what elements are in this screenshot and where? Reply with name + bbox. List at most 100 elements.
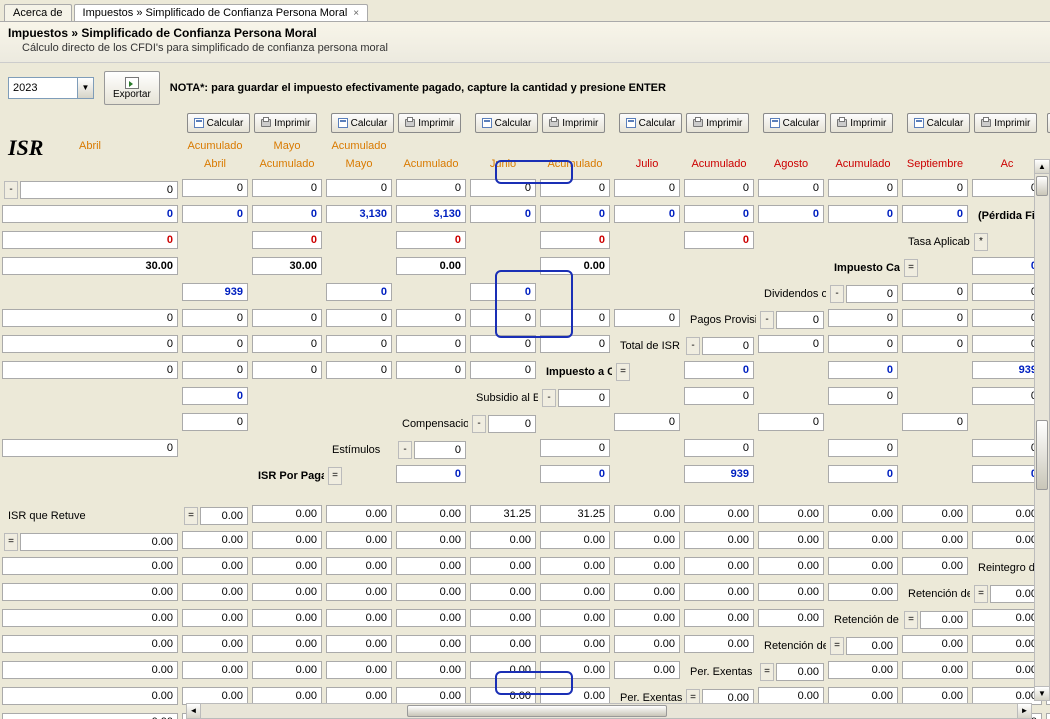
scroll-down-icon[interactable]: ▼ xyxy=(1035,686,1049,700)
value-cell[interactable]: 0.00 xyxy=(828,531,898,549)
value-cell[interactable]: 0 xyxy=(470,283,536,301)
value-cell[interactable]: 0 xyxy=(182,413,248,431)
value-cell[interactable]: 3,130 xyxy=(326,205,392,223)
value-cell[interactable]: 0.00 xyxy=(396,661,466,679)
value-cell[interactable]: 0.00 xyxy=(326,557,392,575)
value-cell[interactable]: 0 xyxy=(2,205,178,223)
calculate-button[interactable]: Calcular xyxy=(475,113,539,133)
calculate-button[interactable]: Calcular xyxy=(331,113,395,133)
value-cell[interactable]: 0 xyxy=(972,465,1042,483)
value-cell[interactable]: 0 xyxy=(828,205,898,223)
value-cell[interactable]: 0 xyxy=(902,413,968,431)
value-cell[interactable]: 0.00 xyxy=(326,583,392,601)
calculate-button[interactable]: Calcular xyxy=(187,113,251,133)
value-cell[interactable]: 0 xyxy=(758,335,824,353)
print-button[interactable]: Imprimir xyxy=(974,113,1037,133)
value-cell[interactable]: 0 xyxy=(972,309,1042,327)
scroll-thumb[interactable] xyxy=(1036,420,1048,490)
value-cell[interactable]: 0 xyxy=(684,231,754,249)
value-cell[interactable]: 31.25 xyxy=(540,505,610,523)
value-cell[interactable]: 0 xyxy=(540,231,610,249)
value-cell[interactable]: 0.00 xyxy=(182,635,248,653)
tab-about[interactable]: Acerca de xyxy=(4,4,72,21)
close-icon[interactable]: × xyxy=(353,8,359,19)
value-cell[interactable]: 0.00 xyxy=(614,505,680,523)
value-cell[interactable]: 0 xyxy=(470,309,536,327)
value-cell[interactable]: 0.00 xyxy=(252,609,322,627)
value-cell[interactable]: 0 xyxy=(614,309,680,327)
value-cell[interactable]: 0 xyxy=(2,231,178,249)
value-cell[interactable]: 0.00 xyxy=(758,505,824,523)
value-cell[interactable]: 0.00 xyxy=(920,611,968,629)
value-cell[interactable]: 0 xyxy=(828,309,898,327)
value-cell[interactable]: 0.00 xyxy=(540,635,610,653)
value-cell[interactable]: 0 xyxy=(396,335,466,353)
value-cell[interactable]: 0 xyxy=(2,335,178,353)
value-cell[interactable]: 0.00 xyxy=(252,505,322,523)
scroll-right-icon[interactable]: ► xyxy=(1017,704,1031,718)
value-cell[interactable]: 0.00 xyxy=(902,557,968,575)
value-cell[interactable]: 0 xyxy=(396,309,466,327)
value-cell[interactable]: 0.00 xyxy=(902,505,968,523)
value-cell[interactable]: 0 xyxy=(972,179,1042,197)
value-cell[interactable]: 0 xyxy=(972,439,1042,457)
value-cell[interactable]: 0 xyxy=(396,465,466,483)
value-cell[interactable]: 0.00 xyxy=(540,661,610,679)
value-cell[interactable]: 0 xyxy=(684,439,754,457)
scroll-up-icon[interactable]: ▲ xyxy=(1035,160,1049,174)
value-cell[interactable]: 0.00 xyxy=(902,531,968,549)
value-cell[interactable]: 0 xyxy=(326,335,392,353)
value-cell[interactable]: 0.00 xyxy=(200,507,248,525)
value-cell[interactable]: 0 xyxy=(902,335,968,353)
value-cell[interactable]: 0 xyxy=(684,179,754,197)
export-button[interactable]: Exportar xyxy=(104,71,160,105)
value-cell[interactable]: 0 xyxy=(326,309,392,327)
value-cell[interactable]: 0.00 xyxy=(396,505,466,523)
value-cell[interactable]: 0.00 xyxy=(470,609,536,627)
value-cell[interactable]: 0 xyxy=(252,309,322,327)
value-cell[interactable]: 0 xyxy=(20,181,178,199)
value-cell[interactable]: 0.00 xyxy=(828,583,898,601)
value-cell[interactable]: 0.00 xyxy=(540,257,610,275)
value-cell[interactable]: 0.00 xyxy=(326,609,392,627)
value-cell[interactable]: 0 xyxy=(684,387,754,405)
print-button[interactable]: Imprimir xyxy=(254,113,317,133)
value-cell[interactable]: 939 xyxy=(972,361,1042,379)
value-cell[interactable]: 0 xyxy=(972,283,1042,301)
tab-impuestos[interactable]: Impuestos » Simplificado de Confianza Pe… xyxy=(74,4,369,21)
value-cell[interactable]: 0 xyxy=(828,439,898,457)
value-cell[interactable]: 0.00 xyxy=(2,661,178,679)
value-cell[interactable]: 0 xyxy=(2,439,178,457)
value-cell[interactable]: 0.00 xyxy=(776,663,824,681)
value-cell[interactable]: 0.00 xyxy=(182,531,248,549)
value-cell[interactable]: 0 xyxy=(252,179,322,197)
value-cell[interactable]: 0 xyxy=(684,205,754,223)
value-cell[interactable]: 0.00 xyxy=(614,609,680,627)
value-cell[interactable]: 0 xyxy=(776,311,824,329)
value-cell[interactable]: 0.00 xyxy=(470,661,536,679)
value-cell[interactable]: 30.00 xyxy=(2,257,178,275)
value-cell[interactable]: 0 xyxy=(902,179,968,197)
value-cell[interactable]: 0 xyxy=(614,205,680,223)
value-cell[interactable]: 0.00 xyxy=(972,505,1042,523)
value-cell[interactable]: 0 xyxy=(182,335,248,353)
print-button[interactable]: Imprimir xyxy=(830,113,893,133)
value-cell[interactable]: 0.00 xyxy=(396,635,466,653)
value-cell[interactable]: 0 xyxy=(758,179,824,197)
value-cell[interactable]: 0.00 xyxy=(2,687,178,705)
value-cell[interactable]: 0.00 xyxy=(684,531,754,549)
value-cell[interactable]: 0.00 xyxy=(902,661,968,679)
value-cell[interactable]: 0.00 xyxy=(684,583,754,601)
horizontal-scrollbar[interactable]: ◄ ► xyxy=(186,703,1032,719)
value-cell[interactable]: 0.00 xyxy=(2,557,178,575)
value-cell[interactable]: 0.00 xyxy=(252,661,322,679)
value-cell[interactable]: 0.00 xyxy=(846,637,898,655)
value-cell[interactable]: 0 xyxy=(252,361,322,379)
value-cell[interactable]: 0.00 xyxy=(182,583,248,601)
value-cell[interactable]: 0.00 xyxy=(540,557,610,575)
value-cell[interactable]: 0.00 xyxy=(2,583,178,601)
value-cell[interactable]: 0 xyxy=(470,179,536,197)
value-cell[interactable]: 0 xyxy=(684,361,754,379)
value-cell[interactable]: 0.00 xyxy=(252,557,322,575)
value-cell[interactable]: 0.00 xyxy=(972,609,1042,627)
